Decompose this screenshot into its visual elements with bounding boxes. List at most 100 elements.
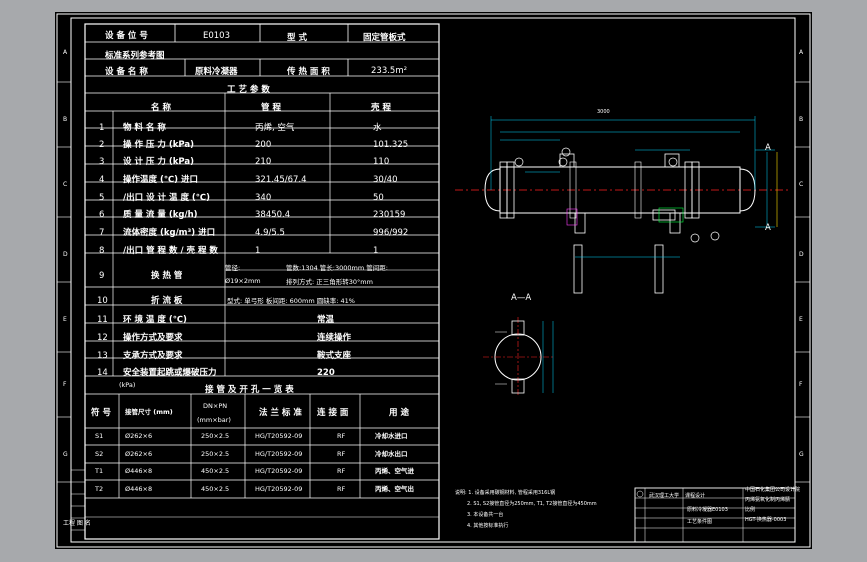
logo	[636, 490, 644, 498]
section-a-top: A	[765, 143, 771, 153]
nozzle-dn: 250×2.5	[201, 450, 230, 458]
tb-company: 中国石化集团公司设计院	[745, 487, 801, 493]
note-line: 4. 其他按标准执行	[467, 523, 509, 529]
nozzle-dn: 450×2.5	[201, 467, 230, 475]
nozzle-use: 丙烯、空气进	[375, 467, 414, 475]
process-row-no: 3	[99, 157, 105, 167]
frame-letter-left: D	[63, 251, 68, 258]
nozzle-h-size: 接管尺寸 (mm)	[125, 408, 173, 416]
process-row-no: 13	[97, 351, 108, 361]
balloon	[710, 231, 720, 241]
saddle	[652, 209, 676, 221]
row10-no: 10	[97, 296, 108, 306]
nozzle-size: Ø262×6	[125, 432, 153, 440]
process-row-name: 物 料 名 称	[123, 123, 166, 133]
note-line: 说明: 1. 设备采用碳钢材料, 管程采用316L钢	[455, 490, 556, 496]
col-name: 名 称	[151, 103, 171, 113]
frame-letter-left: C	[63, 181, 68, 188]
type-value: 固定管板式	[363, 33, 406, 43]
nozzle-no: T1	[95, 467, 104, 475]
process-row-name: 环 境 温 度 (℃)	[123, 315, 187, 325]
nozzle-face: RF	[337, 450, 346, 458]
process-row-value: 连续操作	[317, 333, 352, 343]
tb-drawing-no: HGT-换热器-0003	[745, 517, 787, 523]
balloon	[514, 157, 524, 167]
tag-value: E0103	[203, 31, 231, 41]
process-row-tube: 110	[373, 157, 390, 167]
process-row-shell: 38450.4	[255, 210, 291, 220]
process-row-no: 7	[99, 228, 105, 238]
area-value: 233.5m²	[371, 66, 408, 76]
tb-scale: 比例	[745, 507, 756, 513]
process-row-value: 鞍式支座	[317, 351, 352, 361]
frame-letter-left: F	[63, 381, 67, 388]
process-row-tube: 30/40	[373, 175, 398, 185]
frame-letter-right: B	[799, 116, 804, 123]
process-row-shell: 321.45/67.4	[255, 175, 307, 185]
tag-label: 设 备 位 号	[105, 31, 148, 41]
name-value: 原料冷凝器	[195, 67, 238, 77]
tb-drawing-name: 工艺条件图	[687, 519, 713, 525]
frame-bottom-label: 工程 图 名	[63, 520, 91, 527]
process-title: 工 艺 参 数	[227, 85, 270, 95]
name-label: 设 备 名 称	[105, 67, 148, 77]
process-row-value: 220	[317, 368, 335, 378]
kpa-note: (kPa)	[119, 381, 136, 389]
process-row-tube: 1	[373, 246, 379, 256]
process-table-border	[84, 23, 440, 540]
nozzle-face: RF	[337, 485, 346, 493]
balloon	[668, 157, 678, 167]
col-tube: 壳 程	[371, 103, 391, 113]
row9-name: 换 热 管	[151, 271, 183, 281]
row9-line1: 管径:	[225, 264, 241, 272]
area-label: 传 热 面 积	[287, 67, 330, 77]
nozzle-face: RF	[337, 432, 346, 440]
process-row-name: 操 作 压 力 (kPa)	[123, 140, 194, 150]
row10-name: 折 流 板	[151, 296, 183, 306]
type-label: 型 式	[287, 33, 307, 43]
tb-equip: 原料冷凝器E0103	[687, 507, 728, 513]
nozzle-use: 丙烯、空气出	[375, 485, 414, 493]
frame-letter-right: E	[799, 316, 803, 323]
frame-letter-left: G	[63, 451, 68, 458]
balloon	[690, 233, 700, 243]
nozzle-no: S1	[95, 432, 104, 440]
process-row-name: 安全装置起跳或爆破压力	[123, 368, 217, 378]
process-row-no: 4	[99, 175, 105, 185]
process-row-tube: 水	[373, 123, 382, 133]
process-row-shell: 4.9/5.5	[255, 228, 285, 238]
support-leg-right	[654, 244, 664, 294]
nozzle-std: HG/T20592-09	[255, 467, 303, 475]
row9-no: 9	[99, 271, 105, 281]
process-row-shell: 340	[255, 193, 272, 203]
frame-letter-left: E	[63, 316, 67, 323]
nozzle-no: T2	[95, 485, 104, 493]
nozzle-std: HG/T20592-09	[255, 432, 303, 440]
process-row-name: 设 计 压 力 (kPa)	[123, 157, 194, 167]
nozzle-std: HG/T20592-09	[255, 485, 303, 493]
process-row-no: 6	[99, 210, 105, 220]
col-shell: 管 程	[261, 103, 281, 113]
frame-letter-left: B	[63, 116, 68, 123]
row10-value: 型式: 单弓形 板间距: 600mm 圆缺率: 41%	[227, 297, 355, 305]
frame-letter-left: A	[63, 49, 68, 56]
frame-letter-right: G	[799, 451, 804, 458]
process-row-shell: 210	[255, 157, 272, 167]
process-row-name: 质 量 流 量 (kg/h)	[123, 210, 198, 220]
process-row-tube: 230159	[373, 210, 406, 220]
process-row-name: /出口 设 计 温 度 (℃)	[123, 193, 210, 203]
process-row-value: 常温	[317, 315, 335, 325]
process-row-no: 11	[97, 315, 108, 325]
nozzle-no: S2	[95, 450, 104, 458]
process-row-name: 流体密度 (kg/m³) 进口	[123, 228, 216, 238]
process-row-name: 操作温度 (℃) 进口	[123, 175, 198, 185]
nozzle-h-use: 用 途	[389, 408, 409, 418]
row9-line2: 管数:1304 管长:3000mm 管间距:	[286, 264, 388, 272]
nozzle-h-face: 连 接 面	[317, 408, 349, 418]
process-row-shell: 1	[255, 246, 261, 256]
frame-letter-right: A	[799, 49, 804, 56]
nozzle-size: Ø262×6	[125, 450, 153, 458]
process-row-tube: 101.325	[373, 140, 409, 150]
frame-letter-right: C	[799, 181, 804, 188]
nozzle-dn: 250×2.5	[201, 432, 230, 440]
